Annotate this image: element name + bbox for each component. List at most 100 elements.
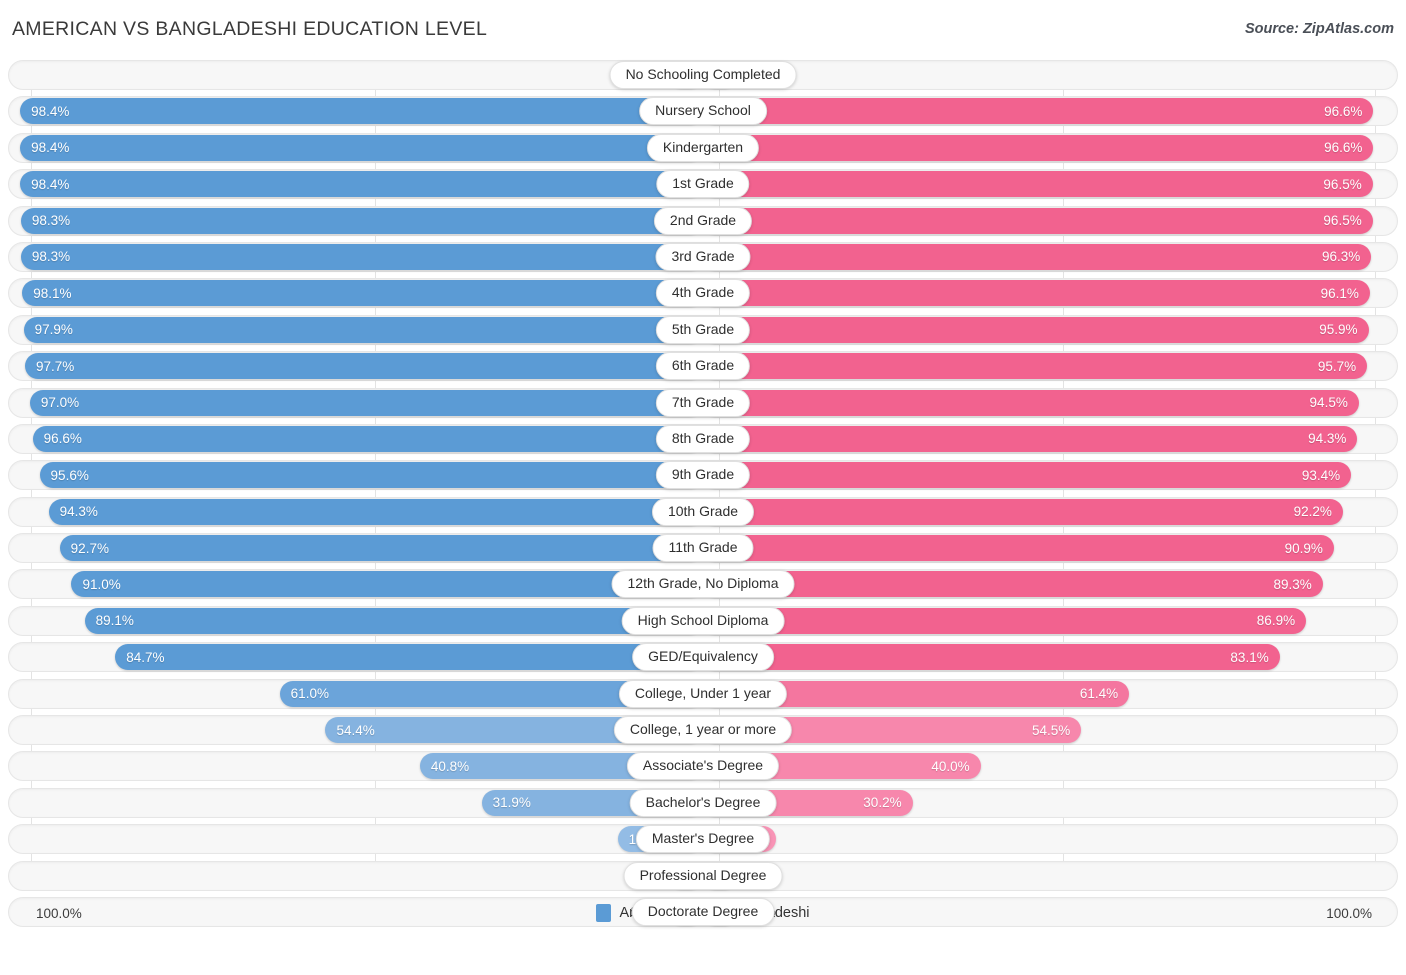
bangladeshi-half: 54.5%: [703, 717, 1396, 744]
chart-row[interactable]: 61.0% 61.4% College, Under 1 year: [8, 678, 1398, 709]
chart-row[interactable]: 95.6% 93.4% 9th Grade: [8, 460, 1398, 491]
american-bar[interactable]: 98.4%: [20, 134, 703, 161]
american-bar[interactable]: 94.3%: [48, 498, 703, 525]
category-label[interactable]: 5th Grade: [655, 315, 751, 344]
chart-row[interactable]: 98.4% 96.6% Kindergarten: [8, 132, 1398, 163]
chart-row[interactable]: 96.6% 94.3% 8th Grade: [8, 423, 1398, 454]
bangladeshi-half: 89.3%: [703, 571, 1396, 598]
american-bar[interactable]: 89.1%: [84, 607, 703, 634]
chart-row[interactable]: 31.9% 30.2% Bachelor's Degree: [8, 787, 1398, 818]
bangladeshi-bar[interactable]: 95.7%: [703, 353, 1368, 380]
category-label[interactable]: 12th Grade, No Diploma: [611, 570, 795, 599]
american-bar[interactable]: 84.7%: [115, 644, 703, 671]
bangladeshi-bar[interactable]: 96.5%: [703, 171, 1373, 198]
chart-row[interactable]: 89.1% 86.9% High School Diploma: [8, 605, 1398, 636]
american-half: 98.1%: [10, 280, 703, 307]
bangladeshi-value-label: 94.5%: [1309, 395, 1348, 411]
bangladeshi-value-label: 92.2%: [1293, 504, 1332, 520]
bangladeshi-bar[interactable]: 96.3%: [703, 243, 1372, 270]
chart-row[interactable]: 94.3% 92.2% 10th Grade: [8, 496, 1398, 527]
chart-row[interactable]: 92.7% 90.9% 11th Grade: [8, 533, 1398, 564]
bangladeshi-bar[interactable]: 94.3%: [703, 425, 1358, 452]
category-label[interactable]: 1st Grade: [656, 170, 750, 199]
american-bar[interactable]: 92.7%: [59, 535, 703, 562]
chart-row[interactable]: 98.1% 96.1% 4th Grade: [8, 278, 1398, 309]
american-bar[interactable]: 97.7%: [24, 353, 703, 380]
american-half: 94.3%: [10, 498, 703, 525]
bangladeshi-value-label: 95.7%: [1317, 358, 1357, 374]
category-label[interactable]: 11th Grade: [652, 534, 754, 563]
bangladeshi-bar[interactable]: 96.6%: [703, 98, 1374, 125]
chart-row[interactable]: 54.4% 54.5% College, 1 year or more: [8, 715, 1398, 746]
category-label[interactable]: Professional Degree: [623, 861, 783, 890]
bangladeshi-bar[interactable]: 96.6%: [703, 134, 1374, 161]
bangladeshi-bar[interactable]: 89.3%: [703, 571, 1323, 598]
american-bar[interactable]: 91.0%: [71, 571, 703, 598]
chart-row[interactable]: 84.7% 83.1% GED/Equivalency: [8, 642, 1398, 673]
category-label[interactable]: College, 1 year or more: [613, 716, 793, 745]
chart-row[interactable]: 97.7% 95.7% 6th Grade: [8, 351, 1398, 382]
american-half: 97.9%: [10, 316, 703, 343]
chart-row[interactable]: 98.3% 96.5% 2nd Grade: [8, 205, 1398, 236]
chart-row[interactable]: 97.9% 95.9% 5th Grade: [8, 314, 1398, 345]
american-bar[interactable]: 98.3%: [20, 243, 703, 270]
bangladeshi-half: 92.2%: [703, 498, 1396, 525]
chart-row[interactable]: 98.4% 96.5% 1st Grade: [8, 169, 1398, 200]
bangladeshi-bar[interactable]: 86.9%: [703, 607, 1307, 634]
american-value-label: 94.3%: [59, 504, 98, 520]
bangladeshi-bar[interactable]: 96.5%: [703, 207, 1373, 234]
category-label[interactable]: GED/Equivalency: [632, 643, 774, 672]
american-bar[interactable]: 98.1%: [22, 280, 703, 307]
american-value-label: 31.9%: [492, 795, 531, 811]
bangladeshi-bar[interactable]: 93.4%: [703, 462, 1352, 489]
american-bar[interactable]: 98.3%: [20, 207, 703, 234]
bangladeshi-half: 94.5%: [703, 389, 1396, 416]
chart-row[interactable]: 12.3%10.5%Master's Degree: [8, 824, 1398, 855]
american-value-label: 84.7%: [126, 649, 165, 665]
bangladeshi-bar[interactable]: 92.2%: [703, 498, 1343, 525]
bangladeshi-half: 83.1%: [703, 644, 1396, 671]
american-value-label: 97.9%: [34, 322, 73, 338]
american-bar[interactable]: 98.4%: [20, 98, 703, 125]
american-bar[interactable]: 97.0%: [29, 389, 703, 416]
chart-row[interactable]: 40.8% 40.0% Associate's Degree: [8, 751, 1398, 782]
bangladeshi-half: 93.4%: [703, 462, 1396, 489]
american-bar[interactable]: 96.6%: [32, 425, 703, 452]
category-label[interactable]: High School Diploma: [621, 606, 785, 635]
chart-row[interactable]: 3.6%3.1%Professional Degree: [8, 860, 1398, 891]
category-label[interactable]: College, Under 1 year: [618, 679, 788, 708]
category-label[interactable]: Bachelor's Degree: [629, 788, 777, 817]
chart-row[interactable]: 1.7%3.5%No Schooling Completed: [8, 60, 1398, 90]
bangladeshi-bar[interactable]: 96.1%: [703, 280, 1370, 307]
category-label[interactable]: 4th Grade: [655, 279, 751, 308]
category-label[interactable]: Doctorate Degree: [631, 897, 775, 926]
bangladeshi-bar[interactable]: 94.5%: [703, 389, 1359, 416]
american-bar[interactable]: 95.6%: [39, 462, 703, 489]
bangladeshi-half: 3.5%: [703, 62, 1396, 88]
category-label[interactable]: 3rd Grade: [655, 242, 751, 271]
category-label[interactable]: Associate's Degree: [626, 752, 780, 781]
chart-row[interactable]: 97.0% 94.5% 7th Grade: [8, 387, 1398, 418]
chart-row[interactable]: 91.0% 89.3% 12th Grade, No Diploma: [8, 569, 1398, 600]
category-label[interactable]: 6th Grade: [655, 352, 751, 381]
category-label[interactable]: 7th Grade: [655, 388, 751, 417]
bangladeshi-bar[interactable]: 83.1%: [703, 644, 1280, 671]
american-bar[interactable]: 97.9%: [23, 316, 703, 343]
bangladeshi-bar[interactable]: 90.9%: [703, 535, 1334, 562]
category-label[interactable]: Master's Degree: [635, 825, 771, 854]
american-half: 98.3%: [10, 243, 703, 270]
bangladeshi-value-label: 96.5%: [1323, 176, 1362, 192]
category-label[interactable]: 2nd Grade: [653, 206, 753, 235]
american-value-label: 97.0%: [40, 395, 80, 411]
category-label[interactable]: No Schooling Completed: [609, 61, 797, 89]
category-label[interactable]: Kindergarten: [646, 133, 760, 162]
american-value-label: 98.4%: [31, 140, 70, 156]
category-label[interactable]: 10th Grade: [651, 497, 755, 526]
category-label[interactable]: 9th Grade: [655, 461, 751, 490]
category-label[interactable]: Nursery School: [639, 97, 767, 126]
american-bar[interactable]: 98.4%: [20, 171, 703, 198]
chart-row[interactable]: 98.3% 96.3% 3rd Grade: [8, 241, 1398, 272]
category-label[interactable]: 8th Grade: [655, 424, 751, 453]
bangladeshi-bar[interactable]: 95.9%: [703, 316, 1369, 343]
chart-row[interactable]: 98.4% 96.6% Nursery School: [8, 96, 1398, 127]
